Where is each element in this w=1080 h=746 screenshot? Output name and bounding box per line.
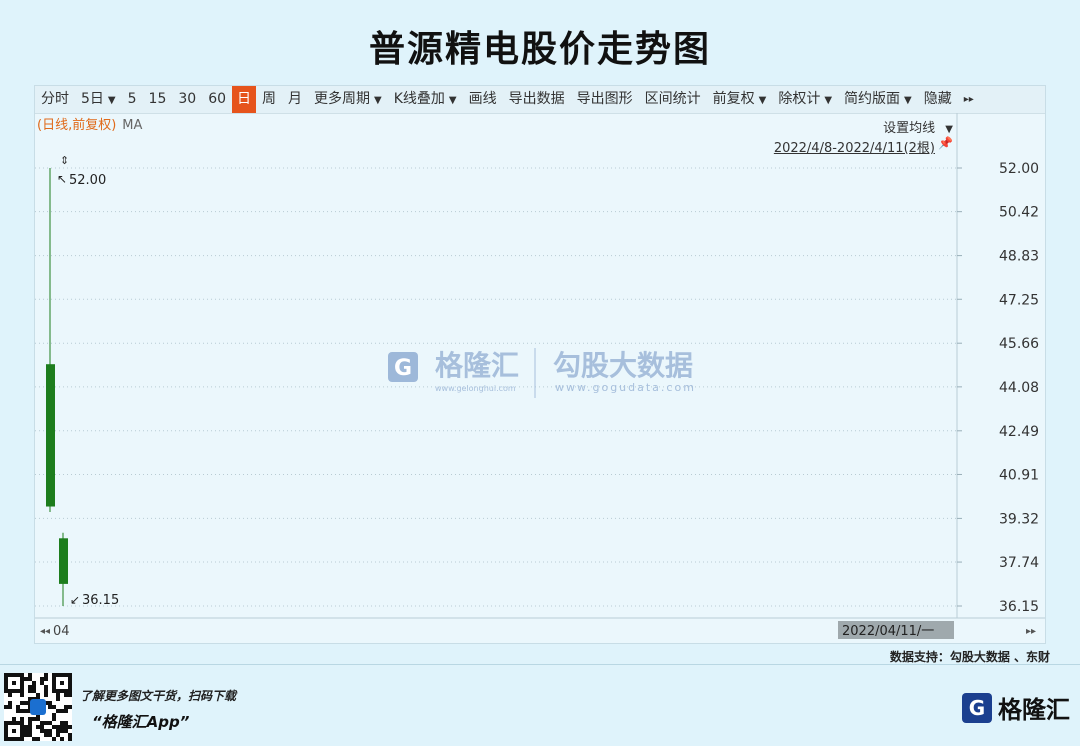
y-tick-label: 50.42: [999, 205, 1039, 221]
brand-name: 格隆汇: [998, 696, 1070, 724]
watermark-brand2: 勾股大数据: [553, 349, 693, 382]
watermark-brand1-url: www.gelonghui.com: [435, 384, 516, 393]
data-source: 数据支持：勾股大数据 、东财: [889, 650, 1050, 664]
y-tick-label: 36.15: [999, 599, 1039, 615]
y-tick-label: 52.00: [999, 161, 1039, 177]
high-price-label: 52.00: [69, 173, 106, 188]
y-tick-label: 39.32: [999, 511, 1039, 527]
watermark-logo-glyph: G: [394, 356, 412, 381]
x-start-label: 04: [53, 624, 70, 639]
qr-code-icon: [4, 673, 72, 741]
brand-logo-icon: G: [962, 692, 992, 723]
candles: [46, 168, 68, 606]
y-tick-label: 47.25: [999, 292, 1039, 308]
y-tick-label: 48.83: [999, 249, 1039, 265]
watermark: G 格隆汇 www.gelonghui.com 勾股大数据 www.goguda…: [388, 348, 696, 398]
y-tick-label: 40.91: [999, 467, 1039, 483]
promo-line1: 了解更多图文干货，扫码下载: [80, 689, 237, 703]
footer-brand: G 格隆汇: [962, 690, 1070, 725]
low-price-label: 36.15: [82, 593, 119, 608]
low-arrow-icon: ↙: [70, 593, 80, 607]
y-tick-label: 44.08: [999, 380, 1039, 396]
x-end-label: 2022/04/11/一: [842, 624, 934, 639]
pin-marker-icon: ⇕: [60, 154, 69, 167]
candle-body: [46, 364, 55, 507]
watermark-brand2-url: www.gogudata.com: [555, 381, 696, 394]
page-title: 普源精电股价走势图: [368, 29, 711, 70]
high-arrow-icon: ↖: [57, 172, 67, 186]
chart-panel: 分时 5日 ▼ 5 15 30 60 日周月更多周期 ▼ K线叠加 ▼ 画线 导出数据 导出图形 区间统计前…: [34, 85, 1046, 644]
candlestick-chart: G 格隆汇 www.gelonghui.com 勾股大数据 www.goguda…: [35, 113, 1045, 639]
footer-divider: [0, 664, 1080, 665]
y-tick-label: 42.49: [999, 424, 1039, 440]
scroll-left-icon[interactable]: ◂◂: [40, 626, 50, 637]
y-tick-label: 37.74: [999, 555, 1039, 571]
candle-body: [59, 538, 68, 584]
y-tick-label: 45.66: [999, 336, 1039, 352]
y-axis-ticks: 52.00 50.42 48.83 47.25 45.66 44.08 42.49 40.91…: [957, 161, 1039, 615]
watermark-brand1: 格隆汇: [435, 349, 519, 382]
scroll-right-icon[interactable]: ▸▸: [1026, 626, 1036, 637]
promo-line2: “格隆汇App”: [92, 713, 190, 731]
